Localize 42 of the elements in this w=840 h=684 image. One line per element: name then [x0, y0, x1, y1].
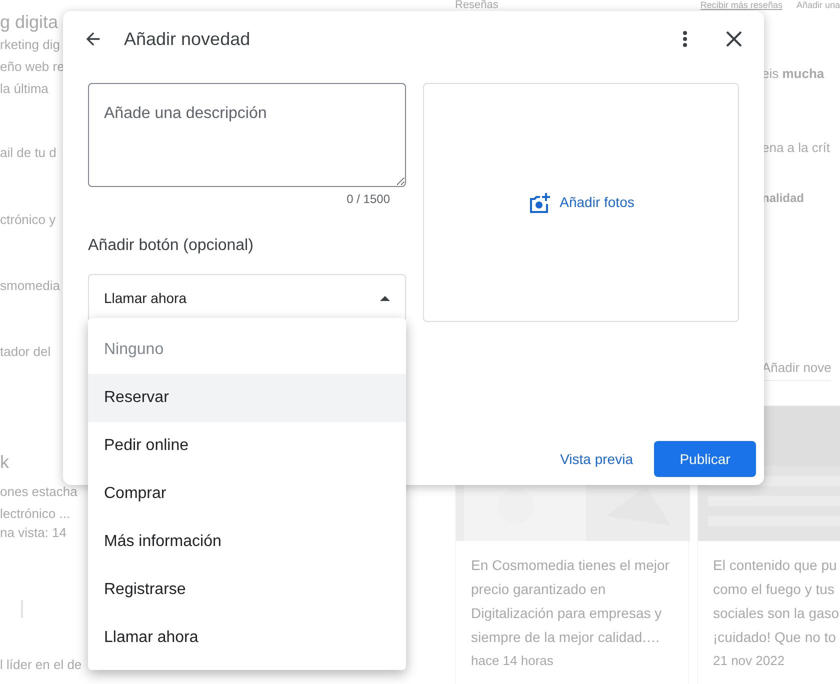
menu-item[interactable]: Registrarse [88, 566, 406, 614]
page-text: smomedia [0, 278, 60, 294]
card-text-line: Digitalización para empresas y [471, 604, 662, 623]
card-text-line: sociales son la gaso [713, 604, 840, 623]
page-text: ail de tu d [0, 145, 56, 161]
page-text: eño web re [0, 59, 64, 75]
add-photo-icon [528, 192, 550, 212]
page-text: ones estacha [0, 484, 78, 500]
more-icon [683, 31, 687, 47]
page-text: na vista: 14 [0, 525, 66, 541]
section-heading: Reseñas [455, 0, 498, 11]
field-label: Añadir botón (opcional) [88, 236, 254, 256]
dialog-title: Añadir novedad [124, 28, 250, 50]
page-heading: g digita [0, 11, 58, 34]
preview-button[interactable]: Vista previa [553, 441, 640, 477]
page-text: l líder en el de [0, 657, 82, 673]
card-time: 21 nov 2022 [712, 652, 786, 670]
card-text-line: precio garantizado en [471, 580, 606, 599]
card-text-line: como el fuego y tus [713, 580, 834, 599]
card-text-line: siempre de la mejor calidad.… [471, 628, 660, 647]
menu-item[interactable]: Más información [88, 518, 406, 566]
close-icon [726, 31, 742, 47]
card-text-line: El contenido que pu [713, 556, 837, 575]
page-text: la última [0, 81, 48, 97]
menu-item[interactable]: Pedir online [88, 422, 406, 470]
caret-icon [380, 296, 390, 300]
menu-item[interactable]: Comprar [88, 470, 406, 518]
page-text: rketing dig [0, 37, 60, 53]
page-text: tador del [0, 344, 51, 360]
card-time: hace 14 horas [470, 652, 554, 670]
publish-button[interactable]: Publicar [654, 441, 756, 477]
card-text-line: ¡cuidado! Que no to [713, 628, 836, 647]
page-text: nalidad [762, 190, 806, 206]
description-field[interactable]: Añade una descripción [88, 83, 406, 187]
page-heading: k [0, 451, 9, 474]
character-counter: 0 / 1500 [346, 191, 390, 208]
card-text-line: En Cosmomedia tienes el mejor [471, 556, 670, 575]
page-text: ctrónico y [0, 212, 56, 228]
menu-item[interactable]: Reservar [88, 374, 406, 422]
menu-item[interactable]: Llamar ahora [88, 614, 406, 662]
add-photos-button[interactable]: Añadir fotos [528, 192, 634, 213]
page-text: lectrónico ... [0, 506, 70, 522]
